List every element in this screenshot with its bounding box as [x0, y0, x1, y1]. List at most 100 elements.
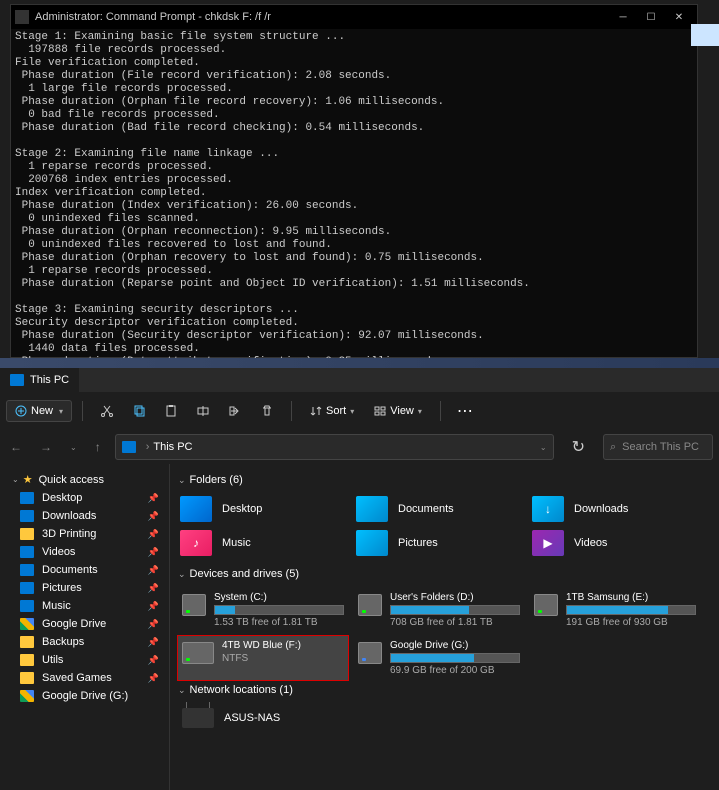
delete-icon[interactable] — [253, 397, 281, 425]
downloads-icon — [20, 510, 34, 522]
pc-icon — [10, 374, 24, 386]
sidebar-item-desktop[interactable]: Desktop📌 — [0, 489, 169, 507]
sidebar-item-utils[interactable]: Utils📌 — [0, 651, 169, 669]
nav-row: ← → ⌄ ↑ › This PC ⌄ ↻ ⌕ Search This PC — [0, 430, 719, 464]
new-label: New — [31, 405, 53, 417]
music-icon — [20, 600, 34, 612]
pin-icon: 📌 — [148, 511, 159, 522]
cmd-output: Stage 1: Examining basic file system str… — [11, 29, 697, 410]
cmd-window: Administrator: Command Prompt - chkdsk F… — [10, 4, 698, 358]
cmd-titlebar[interactable]: Administrator: Command Prompt - chkdsk F… — [11, 5, 697, 29]
folder-documents[interactable]: Documents — [354, 494, 524, 524]
folder-icon — [20, 654, 34, 666]
close-button[interactable]: ✕ — [665, 7, 693, 27]
copy-icon[interactable] — [125, 397, 153, 425]
pin-icon: 📌 — [148, 619, 159, 630]
folder-pictures[interactable]: Pictures — [354, 528, 524, 558]
drive-d[interactable]: User's Folders (D:)708 GB free of 1.81 T… — [354, 588, 524, 632]
drive-g[interactable]: Google Drive (G:)69.9 GB free of 200 GB — [354, 636, 524, 680]
history-button[interactable]: ⌄ — [66, 439, 81, 456]
tab-this-pc[interactable]: This PC — [0, 368, 79, 392]
network-header[interactable]: ⌄Network locations (1) — [178, 684, 711, 696]
folder-icon — [20, 636, 34, 648]
pin-icon: 📌 — [148, 493, 159, 504]
sidebar-item-music[interactable]: Music📌 — [0, 597, 169, 615]
sort-label: Sort — [326, 405, 346, 417]
folder-desktop[interactable]: Desktop — [178, 494, 348, 524]
sidebar-item-gdrive[interactable]: Google Drive📌 — [0, 615, 169, 633]
view-button[interactable]: View ▾ — [366, 401, 430, 421]
network-asus-nas[interactable]: ASUS-NAS — [178, 704, 711, 732]
forward-button[interactable]: → — [36, 436, 56, 458]
drive-icon — [182, 594, 206, 616]
drive-icon — [358, 594, 382, 616]
quick-access-label: Quick access — [39, 474, 104, 486]
devices-header[interactable]: ⌄Devices and drives (5) — [178, 568, 711, 580]
sidebar-item-downloads[interactable]: Downloads📌 — [0, 507, 169, 525]
folder-icon — [20, 528, 34, 540]
folder-icon — [20, 672, 34, 684]
address-bar[interactable]: › This PC ⌄ — [115, 434, 554, 460]
folder-downloads[interactable]: ↓Downloads — [530, 494, 700, 524]
pictures-icon — [20, 582, 34, 594]
sidebar-item-videos[interactable]: Videos📌 — [0, 543, 169, 561]
new-button[interactable]: New ▾ — [6, 400, 72, 422]
chevron-down-icon: ⌄ — [12, 475, 19, 484]
folder-music[interactable]: ♪Music — [178, 528, 348, 558]
drive-e[interactable]: 1TB Samsung (E:)191 GB free of 930 GB — [530, 588, 700, 632]
sidebar-item-3dprinting[interactable]: 3D Printing📌 — [0, 525, 169, 543]
usage-bar — [566, 605, 696, 615]
usage-bar — [214, 605, 344, 615]
up-button[interactable]: ↑ — [91, 436, 105, 458]
sidebar-item-documents[interactable]: Documents📌 — [0, 561, 169, 579]
chevron-down-icon: ⌄ — [178, 475, 186, 486]
sidebar-item-backups[interactable]: Backups📌 — [0, 633, 169, 651]
pin-icon: 📌 — [148, 673, 159, 684]
cmd-icon — [15, 10, 29, 24]
desktop-icon — [20, 492, 34, 504]
sidebar-item-savedgames[interactable]: Saved Games📌 — [0, 669, 169, 687]
videos-icon — [20, 546, 34, 558]
content-pane: ⌄Folders (6) Desktop Documents ↓Download… — [170, 464, 719, 790]
chevron-down-icon[interactable]: ⌄ — [540, 443, 547, 452]
search-input[interactable]: ⌕ Search This PC — [603, 434, 713, 460]
folders-header[interactable]: ⌄Folders (6) — [178, 474, 711, 486]
pictures-icon — [356, 530, 388, 556]
drive-c[interactable]: System (C:)1.53 TB free of 1.81 TB — [178, 588, 348, 632]
downloads-icon: ↓ — [532, 496, 564, 522]
pin-icon: 📌 — [148, 529, 159, 540]
search-icon: ⌕ — [610, 441, 616, 454]
sidebar: ⌄ ★ Quick access Desktop📌 Downloads📌 3D … — [0, 464, 170, 790]
desktop-icon — [180, 496, 212, 522]
usage-bar — [390, 653, 520, 663]
sidebar-item-pictures[interactable]: Pictures📌 — [0, 579, 169, 597]
minimize-button[interactable]: ─ — [609, 7, 637, 27]
gdrive-icon — [20, 690, 34, 702]
star-icon: ★ — [23, 473, 33, 486]
refresh-button[interactable]: ↻ — [564, 433, 593, 461]
sort-button[interactable]: Sort ▾ — [302, 401, 362, 421]
folder-videos[interactable]: ▶Videos — [530, 528, 700, 558]
sidebar-item-gdrive-g[interactable]: Google Drive (G:) — [0, 687, 169, 705]
gdrive-icon — [20, 618, 34, 630]
paste-icon[interactable] — [157, 397, 185, 425]
pin-icon: 📌 — [148, 637, 159, 648]
drive-f[interactable]: 4TB WD Blue (F:)NTFS — [178, 636, 348, 680]
chevron-down-icon: ⌄ — [178, 685, 186, 696]
back-button[interactable]: ← — [6, 436, 26, 458]
sidebar-quick-access[interactable]: ⌄ ★ Quick access — [0, 470, 169, 489]
tab-row: This PC — [0, 368, 719, 392]
rename-icon[interactable] — [189, 397, 217, 425]
documents-icon — [20, 564, 34, 576]
pin-icon: 📌 — [148, 583, 159, 594]
more-icon[interactable]: ⋯ — [451, 397, 479, 425]
pin-icon: 📌 — [148, 601, 159, 612]
cut-icon[interactable] — [93, 397, 121, 425]
pin-icon: 📌 — [148, 655, 159, 666]
share-icon[interactable] — [221, 397, 249, 425]
search-placeholder: Search This PC — [622, 441, 699, 453]
videos-icon: ▶ — [532, 530, 564, 556]
maximize-button[interactable]: ☐ — [637, 7, 665, 27]
toolbar: New ▾ Sort ▾ View ▾ ⋯ — [0, 392, 719, 430]
documents-icon — [356, 496, 388, 522]
